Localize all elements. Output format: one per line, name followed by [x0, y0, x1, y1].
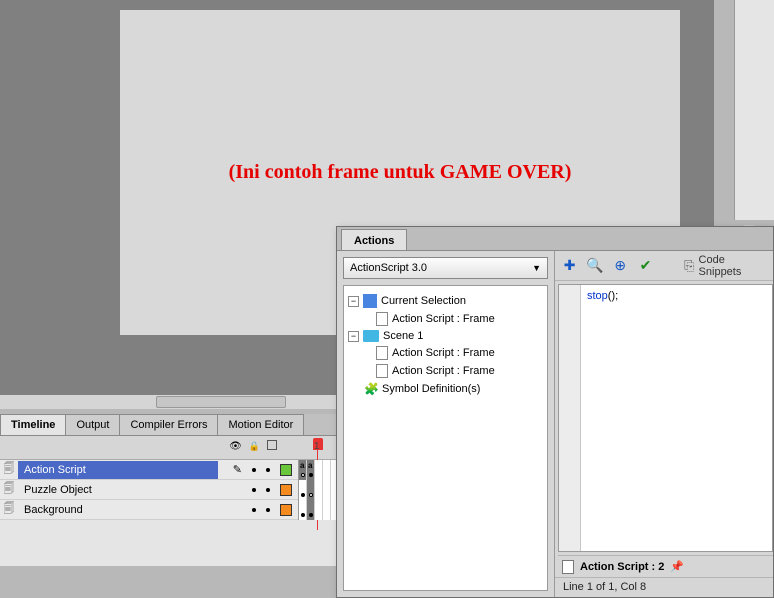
- frame-icon: [562, 560, 574, 574]
- dropdown-label: ActionScript 3.0: [350, 262, 427, 274]
- stage-overlay-text: (Ini contoh frame untuk GAME OVER): [229, 161, 572, 184]
- actions-panel: Actions ActionScript 3.0 ▼ − Current Sel…: [336, 226, 774, 598]
- tab-motion-editor[interactable]: Motion Editor: [217, 414, 304, 435]
- actions-editor: ✚ 🔍 ⊕ ✔ Code Snippets stop(); Action Scr…: [555, 251, 773, 597]
- pin-icon[interactable]: [670, 560, 684, 573]
- frame-icon: [376, 364, 388, 378]
- visibility-icon[interactable]: [229, 440, 242, 452]
- symbol-icon: [364, 382, 378, 396]
- layer-lock-dot[interactable]: [266, 508, 270, 512]
- tree-scene-1[interactable]: − Scene 1: [348, 328, 543, 344]
- frame-icon: [376, 346, 388, 360]
- frame-cells[interactable]: [298, 480, 339, 500]
- current-script-label: Action Script : 2: [580, 561, 664, 573]
- collapse-icon[interactable]: −: [348, 296, 359, 307]
- script-navigator-tree[interactable]: − Current Selection Action Script : Fram…: [343, 285, 548, 591]
- tree-label: Action Script : Frame: [392, 313, 495, 325]
- frame-number-1: 1: [314, 441, 320, 452]
- layer-name[interactable]: Puzzle Object: [18, 481, 218, 499]
- tree-label: Scene 1: [383, 330, 423, 342]
- check-syntax-button[interactable]: ✔: [637, 257, 654, 275]
- tree-current-selection[interactable]: − Current Selection: [348, 292, 543, 310]
- tree-label: Symbol Definition(s): [382, 383, 480, 395]
- target-button[interactable]: ⊕: [612, 257, 629, 275]
- code-snippets-button[interactable]: Code Snippets: [684, 254, 767, 278]
- tab-output[interactable]: Output: [65, 414, 120, 435]
- right-panel-collapsed[interactable]: [734, 0, 774, 220]
- layer-lock-dot[interactable]: [266, 488, 270, 492]
- frame-icon: [376, 312, 388, 326]
- layer-icon: [0, 460, 18, 479]
- actionscript-version-dropdown[interactable]: ActionScript 3.0 ▼: [343, 257, 548, 279]
- code-editor[interactable]: stop();: [558, 284, 773, 552]
- scrollbar-thumb[interactable]: [156, 396, 286, 408]
- tab-actions[interactable]: Actions: [341, 229, 407, 250]
- add-script-button[interactable]: ✚: [561, 257, 578, 275]
- layer-name[interactable]: Background: [18, 501, 218, 519]
- scene-icon: [363, 330, 379, 342]
- layer-color-swatch[interactable]: [280, 504, 292, 516]
- find-button[interactable]: 🔍: [586, 257, 603, 275]
- tree-symbol-definitions[interactable]: Symbol Definition(s): [348, 380, 543, 398]
- tab-timeline[interactable]: Timeline: [0, 414, 66, 435]
- layer-color-swatch[interactable]: [280, 464, 292, 476]
- tree-item-frame[interactable]: Action Script : Frame: [348, 344, 543, 362]
- chevron-down-icon: ▼: [532, 263, 541, 273]
- actions-toolbar: ✚ 🔍 ⊕ ✔ Code Snippets: [555, 251, 773, 281]
- selection-icon: [363, 294, 377, 308]
- layer-name[interactable]: Action Script: [18, 461, 218, 479]
- tree-label: Action Script : Frame: [392, 347, 495, 359]
- frame-cells[interactable]: [298, 500, 339, 520]
- code-snippets-icon: [684, 258, 694, 274]
- line-gutter: [559, 285, 581, 551]
- tab-compiler-errors[interactable]: Compiler Errors: [119, 414, 218, 435]
- script-status-bar: Action Script : 2: [558, 555, 773, 577]
- tree-label: Action Script : Frame: [392, 365, 495, 377]
- layer-icon: [0, 480, 18, 499]
- pencil-icon: [233, 463, 242, 476]
- layer-lock-dot[interactable]: [266, 468, 270, 472]
- layer-color-swatch[interactable]: [280, 484, 292, 496]
- tree-item-frame[interactable]: Action Script : Frame: [348, 310, 543, 328]
- layer-visibility-dot[interactable]: [252, 488, 256, 492]
- tree-label: Current Selection: [381, 295, 466, 307]
- lock-icon[interactable]: [249, 440, 260, 452]
- code-snippets-label: Code Snippets: [699, 254, 767, 278]
- actions-navigator: ActionScript 3.0 ▼ − Current Selection A…: [337, 251, 555, 597]
- outline-icon[interactable]: [267, 440, 277, 450]
- layer-visibility-dot[interactable]: [252, 468, 256, 472]
- tree-item-frame[interactable]: Action Script : Frame: [348, 362, 543, 380]
- code-content[interactable]: stop();: [581, 285, 772, 551]
- actions-panel-tabbar: Actions: [337, 227, 773, 251]
- collapse-icon[interactable]: −: [348, 331, 359, 342]
- layer-icon: [0, 500, 18, 519]
- cursor-position: Line 1 of 1, Col 8: [555, 577, 773, 597]
- layer-visibility-dot[interactable]: [252, 508, 256, 512]
- frame-cells[interactable]: a a: [298, 460, 339, 480]
